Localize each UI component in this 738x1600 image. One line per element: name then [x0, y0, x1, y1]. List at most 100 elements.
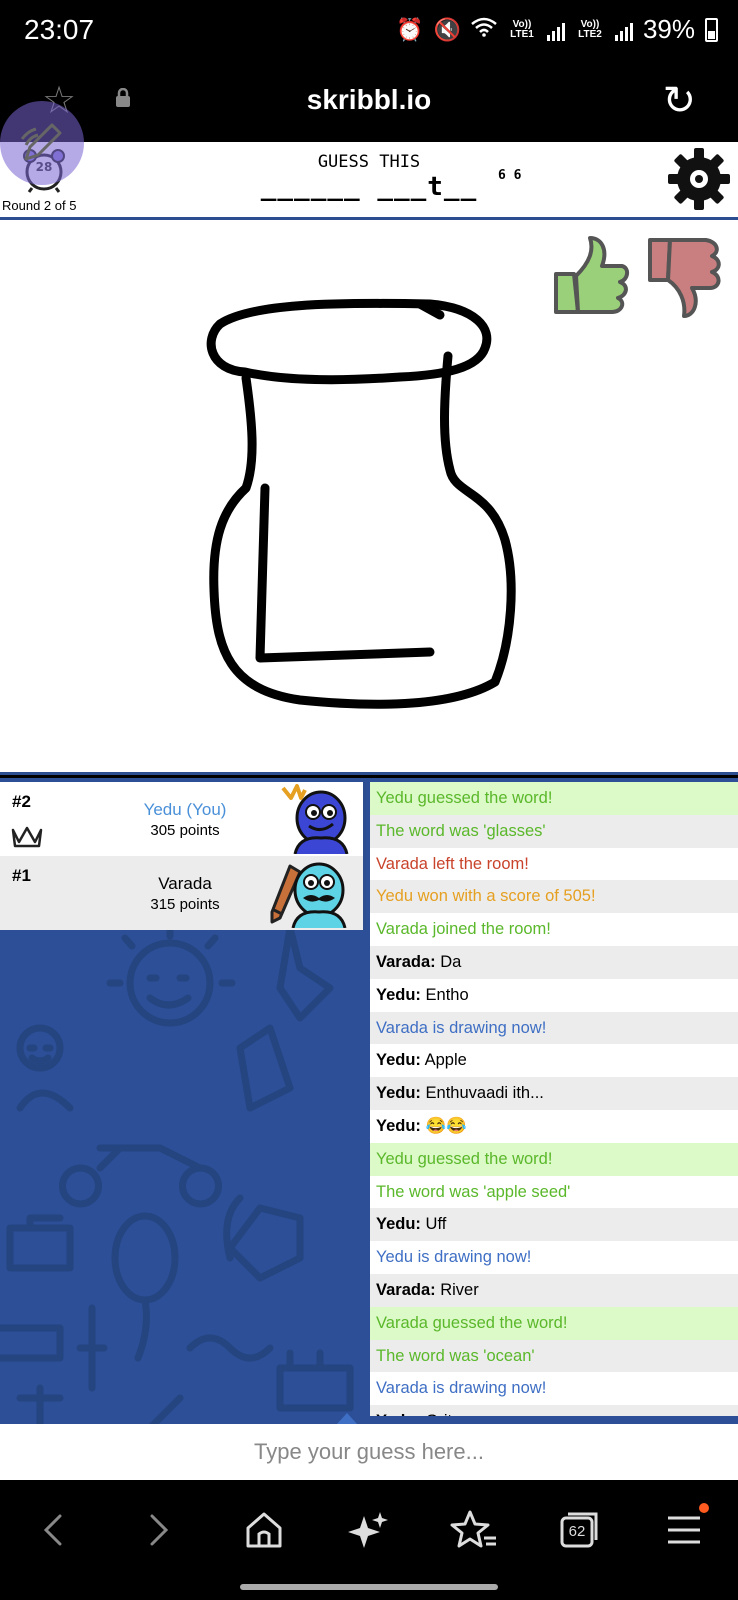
chat-message: Yedu: Enthuvaadi ith... [370, 1077, 738, 1110]
player-rank: #1 [12, 866, 31, 885]
sim1-label: Vo)) LTE1 [510, 18, 534, 40]
chat-message: Varada is drawing now! [370, 1372, 738, 1405]
chat-message: The word was 'apple seed' [370, 1176, 738, 1209]
forward-icon[interactable] [130, 1502, 186, 1558]
chat-text: Yedu won with a score of 505! [376, 887, 596, 906]
player-list: #2 Yedu (You) 305 points #1 Varada 315 p… [0, 782, 366, 930]
input-caret-marker [337, 1413, 357, 1424]
home-icon[interactable] [236, 1502, 292, 1558]
pencil-icon [20, 123, 62, 161]
chat-text: Yedu guessed the word! [376, 789, 553, 807]
bookmarks-icon[interactable] [446, 1502, 502, 1558]
background-doodles [0, 928, 354, 1424]
signal-icon [614, 19, 633, 41]
chat-message: Yedu: Entho [370, 979, 738, 1012]
chat-text: Uff [425, 1215, 447, 1234]
chat-message: Varada is drawing now! [370, 1011, 738, 1045]
chat-author: Yedu: [376, 1084, 421, 1103]
chat-message: Yedu: Apple [370, 1044, 738, 1077]
chat-text: Grit [426, 1412, 453, 1416]
chat-text: Varada is drawing now! [376, 1379, 547, 1398]
thumbs-up-icon[interactable] [550, 232, 630, 322]
chat-text: Varada left the room! [376, 854, 529, 873]
signal-icon [546, 19, 565, 41]
chat-message: Yedu: Uff [370, 1208, 738, 1242]
player-points: 315 points [150, 896, 220, 913]
back-icon[interactable] [26, 1502, 82, 1558]
player-name: Varada [158, 874, 212, 893]
menu-icon[interactable] [656, 1502, 712, 1558]
clock-time: 23:07 [24, 14, 95, 45]
chat-author: Yedu: [376, 1215, 421, 1234]
chat-message: Varada joined the room! [370, 913, 738, 946]
browser-toolbar: ☆ skribbl.io ↻ [0, 72, 738, 142]
chat-text: The word was 'ocean' [376, 1346, 535, 1365]
status-bar: 23:07 ⏰ 🔇 Vo)) LTE1 Vo)) LTE2 39% [0, 0, 738, 72]
chat-message: The word was 'ocean' [370, 1339, 738, 1373]
chat-author: Yedu: [376, 985, 421, 1004]
battery-icon [705, 17, 718, 42]
guess-input[interactable] [0, 1424, 738, 1480]
thumbs-down-icon[interactable] [644, 232, 724, 322]
tabs-button[interactable]: 62 [552, 1502, 608, 1558]
chat-author: Yedu: [376, 1116, 421, 1135]
chat-text: Varada is drawing now! [376, 1018, 547, 1037]
tabs-count: 62 [568, 1523, 586, 1540]
avatar [281, 784, 349, 854]
chat-text: Entho [425, 985, 469, 1004]
battery-percent: 39% [642, 14, 695, 44]
game-header: 28 Round 2 of 5 GUESS THIS ______ ___t__… [0, 142, 738, 220]
chat-text: Varada joined the room! [376, 920, 551, 939]
player-points: 305 points [150, 822, 220, 839]
chat-text: 😂😂 [425, 1116, 467, 1135]
chat-text: Varada guessed the word! [376, 1313, 568, 1332]
chat-author: Yedu: [376, 1412, 421, 1416]
chat-log[interactable]: Yedu guessed the word! The word was 'glas… [370, 782, 738, 1416]
status-icons: ⏰ 🔇 Vo)) LTE1 Vo)) LTE2 39% [396, 14, 718, 45]
mute-icon: 🔇 [433, 16, 461, 42]
avatar [291, 862, 347, 928]
player-name: Yedu (You) [143, 800, 227, 819]
chat-message: Yedu won with a score of 505! [370, 880, 738, 914]
draw-mode-fab[interactable] [0, 101, 84, 185]
game-lower-area: #2 Yedu (You) 305 points #1 Varada 315 p… [0, 778, 738, 1424]
crown-icon [11, 826, 43, 848]
chat-text: Yedu guessed the word! [376, 1149, 553, 1168]
player-row[interactable]: #1 Varada 315 points [0, 856, 366, 930]
page-title[interactable]: skribbl.io [0, 84, 738, 116]
guess-label: GUESS THIS [317, 152, 421, 172]
word-hint: ______ ___t__ [260, 172, 478, 202]
drawing-canvas[interactable] [0, 220, 738, 775]
chat-message: Varada guessed the word! [370, 1306, 738, 1340]
chat-text: Enthuvaadi ith... [425, 1084, 544, 1103]
sim2-label: Vo)) LTE2 [578, 18, 602, 40]
reload-icon[interactable]: ↻ [662, 78, 696, 124]
settings-gear-icon[interactable] [666, 146, 732, 212]
word-lengths: 6 6 [498, 168, 522, 183]
chat-message: Yedu guessed the word! [370, 1142, 738, 1176]
chat-author: Yedu: [376, 1051, 421, 1070]
chat-author: Varada: [376, 1280, 436, 1299]
chat-message: The word was 'glasses' [370, 814, 738, 848]
player-row[interactable]: #2 Yedu (You) 305 points [0, 782, 366, 856]
chat-text: Yedu is drawing now! [376, 1248, 532, 1267]
chat-message: Yedu: Grit [370, 1405, 738, 1416]
gesture-handle [240, 1584, 498, 1590]
browser-bottom-nav: 62 [0, 1480, 738, 1600]
chat-text: Da [440, 952, 462, 971]
chat-message: Varada: River [370, 1273, 738, 1307]
guess-input-bar [0, 1413, 738, 1480]
chat-text: The word was 'glasses' [376, 821, 546, 840]
chat-text: River [440, 1280, 479, 1299]
chat-message: Yedu guessed the word! [370, 782, 738, 815]
chat-text: Apple [424, 1051, 467, 1070]
chat-message: Yedu: 😂😂 [370, 1110, 738, 1143]
player-rank: #2 [12, 792, 31, 811]
chat-message: Varada: Da [370, 945, 738, 979]
chat-message: Yedu is drawing now! [370, 1241, 738, 1274]
chat-message: Varada left the room! [370, 848, 738, 881]
chat-author: Varada: [376, 952, 436, 971]
sparkle-icon[interactable] [340, 1502, 396, 1558]
wifi-icon [471, 17, 497, 43]
alarm-icon: ⏰ [396, 16, 424, 42]
